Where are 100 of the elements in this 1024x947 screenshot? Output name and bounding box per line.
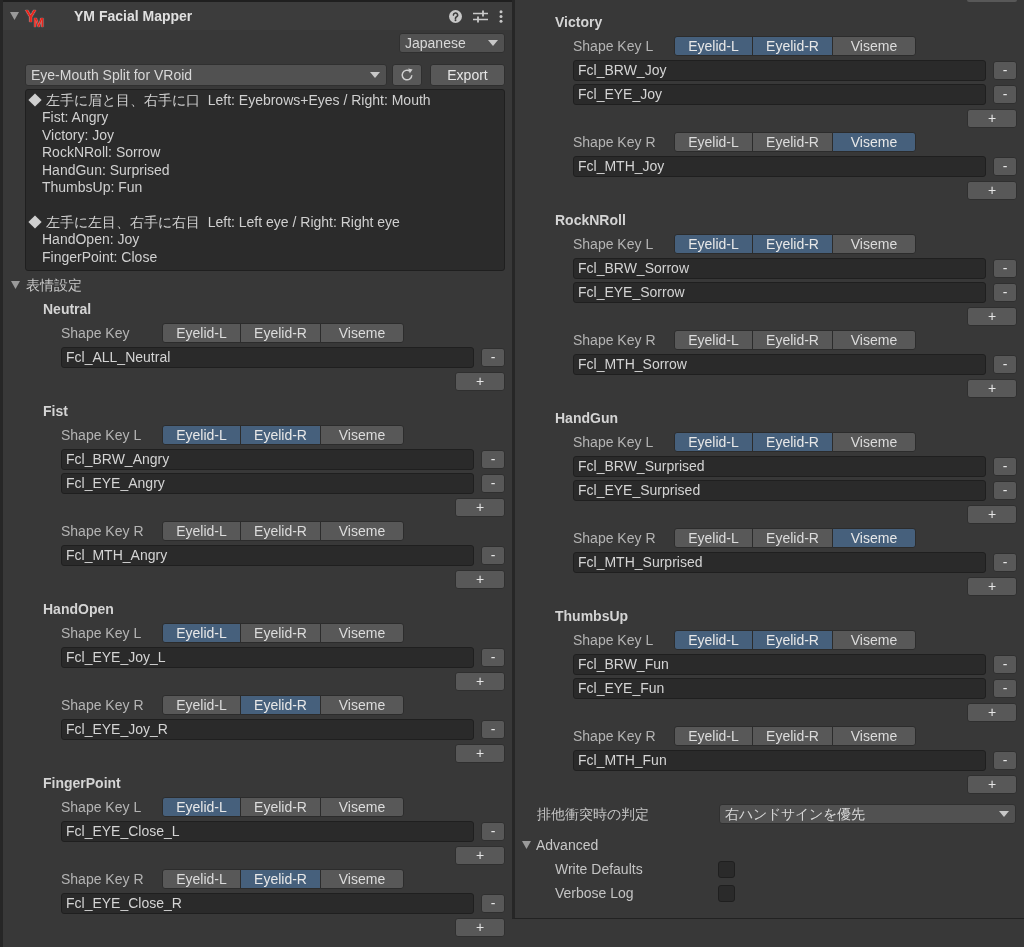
toggle-button[interactable]: Eyelid-L [674,36,753,56]
section-foldout[interactable]: 表情設定 [3,273,512,298]
toggle-button[interactable]: Viseme [832,432,916,452]
shape-key-field[interactable]: Fcl_MTH_Fun [573,749,986,771]
add-button[interactable]: + [967,306,1017,326]
add-button[interactable]: + [967,504,1017,524]
remove-button[interactable]: - [993,156,1017,176]
add-button[interactable]: + [455,671,505,691]
remove-button[interactable]: - [993,678,1017,698]
add-button[interactable]: + [967,702,1017,722]
remove-button[interactable]: - [481,719,505,739]
remove-button[interactable]: - [993,258,1017,278]
remove-button[interactable]: - [993,282,1017,302]
preset-dropdown[interactable]: Eye-Mouth Split for VRoid [25,64,387,86]
shape-key-field[interactable]: Fcl_BRW_Sorrow [573,257,986,279]
settings-sliders-icon[interactable] [473,9,488,23]
add-button[interactable]: + [967,576,1017,596]
toggle-button[interactable]: Viseme [832,36,916,56]
shape-key-field[interactable]: Fcl_EYE_Close_R [61,892,474,914]
toggle-button[interactable]: Viseme [320,425,404,446]
toggle-button[interactable]: Eyelid-R [240,623,321,644]
toggle-button[interactable]: Eyelid-L [162,695,241,716]
shape-key-field[interactable]: Fcl_EYE_Sorrow [573,281,986,303]
add-button[interactable]: + [455,569,505,589]
shape-key-field[interactable]: Fcl_MTH_Angry [61,544,474,566]
remove-button[interactable]: - [993,60,1017,80]
toggle-button[interactable]: Eyelid-L [162,623,241,644]
shape-key-field[interactable]: Fcl_BRW_Surprised [573,455,986,477]
toggle-button[interactable]: Viseme [832,132,916,152]
remove-button[interactable]: - [993,354,1017,374]
toggle-button[interactable]: Eyelid-L [674,132,753,152]
remove-button[interactable]: - [993,654,1017,674]
shape-key-field[interactable]: Fcl_BRW_Joy [573,59,986,81]
remove-button[interactable]: - [993,552,1017,572]
add-button[interactable]: + [455,497,505,517]
advanced-foldout[interactable]: Advanced [515,833,1024,857]
toggle-button[interactable]: Eyelid-L [674,330,753,350]
toggle-button[interactable]: Eyelid-R [240,695,321,716]
add-button[interactable]: + [455,371,505,391]
toggle-button[interactable]: Viseme [832,330,916,350]
shape-key-field[interactable]: Fcl_EYE_Surprised [573,479,986,501]
toggle-button[interactable]: Eyelid-R [752,630,833,650]
toggle-button[interactable]: Eyelid-R [752,234,833,254]
shape-key-field[interactable]: Fcl_EYE_Fun [573,677,986,699]
toggle-button[interactable]: Viseme [320,869,404,890]
toggle-button[interactable]: Eyelid-R [240,797,321,818]
toggle-button[interactable]: Eyelid-R [752,132,833,152]
toggle-button[interactable]: Eyelid-L [162,869,241,890]
toggle-button[interactable]: Eyelid-L [674,234,753,254]
remove-button[interactable]: - [481,347,505,367]
shape-key-field[interactable]: Fcl_EYE_Close_L [61,820,474,842]
shape-key-field[interactable]: Fcl_EYE_Joy_R [61,718,474,740]
shape-key-field[interactable]: Fcl_BRW_Angry [61,448,474,470]
remove-button[interactable]: - [481,821,505,841]
add-button[interactable]: + [967,774,1017,794]
toggle-button[interactable]: Viseme [832,630,916,650]
toggle-button[interactable]: Eyelid-R [240,869,321,890]
add-button[interactable]: + [967,378,1017,398]
foldout-arrow-icon[interactable] [11,281,20,290]
shape-key-field[interactable]: Fcl_ALL_Neutral [61,346,474,368]
toggle-button[interactable]: Eyelid-L [162,425,241,446]
toggle-button[interactable]: Eyelid-R [240,323,321,344]
remove-button[interactable]: - [481,473,505,493]
toggle-button[interactable]: Eyelid-L [162,521,241,542]
refresh-button[interactable] [392,64,422,86]
toggle-button[interactable]: Eyelid-R [240,425,321,446]
add-button[interactable]: + [455,845,505,865]
foldout-arrow-icon[interactable] [10,12,19,20]
shape-key-field[interactable]: Fcl_EYE_Angry [61,472,474,494]
toggle-button[interactable]: Viseme [832,726,916,746]
toggle-button[interactable]: Eyelid-R [752,726,833,746]
remove-button[interactable]: - [481,449,505,469]
language-dropdown[interactable]: Japanese [399,33,505,53]
shape-key-field[interactable]: Fcl_MTH_Sorrow [573,353,986,375]
toggle-button[interactable]: Viseme [832,234,916,254]
toggle-button[interactable]: Viseme [832,528,916,548]
remove-button[interactable]: - [481,647,505,667]
toggle-button[interactable]: Eyelid-L [674,726,753,746]
checkbox[interactable] [718,860,735,878]
remove-button[interactable]: - [481,893,505,913]
toggle-button[interactable]: Viseme [320,323,404,344]
remove-button[interactable]: - [993,456,1017,476]
toggle-button[interactable]: Eyelid-L [162,797,241,818]
toggle-button[interactable]: Eyelid-L [162,323,241,344]
toggle-button[interactable]: Viseme [320,797,404,818]
add-button[interactable]: + [967,180,1017,200]
remove-button[interactable]: - [993,750,1017,770]
toggle-button[interactable]: Eyelid-R [752,432,833,452]
remove-button[interactable]: - [993,480,1017,500]
remove-button[interactable]: - [481,545,505,565]
shape-key-field[interactable]: Fcl_BRW_Fun [573,653,986,675]
toggle-button[interactable]: Viseme [320,521,404,542]
toggle-button[interactable]: Eyelid-R [240,521,321,542]
toggle-button[interactable]: Eyelid-L [674,528,753,548]
toggle-button[interactable]: Viseme [320,623,404,644]
shape-key-field[interactable]: Fcl_MTH_Joy [573,155,986,177]
menu-icon[interactable] [499,9,503,23]
add-button[interactable]: + [455,743,505,763]
remove-button[interactable]: - [993,84,1017,104]
toggle-button[interactable]: Eyelid-L [674,630,753,650]
